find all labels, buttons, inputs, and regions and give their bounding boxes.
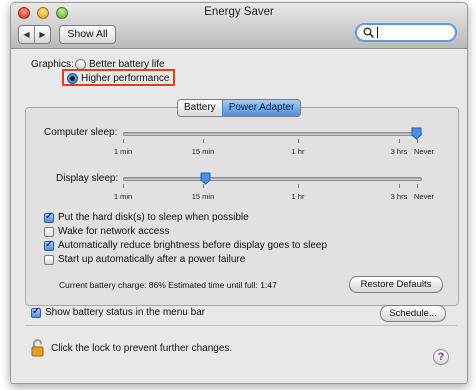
show-battery-status-label: Show battery status in the menu bar bbox=[45, 307, 206, 318]
reduce-brightness-label: Automatically reduce brightness before d… bbox=[58, 240, 328, 251]
higher-performance-label: Higher performance bbox=[81, 73, 170, 84]
startup-after-power-failure-checkbox[interactable] bbox=[44, 255, 54, 265]
computer-sleep-slider[interactable] bbox=[123, 132, 422, 136]
tick-label: Never bbox=[413, 192, 435, 201]
tab-battery[interactable]: Battery bbox=[178, 100, 222, 116]
radio-higher-performance[interactable] bbox=[67, 73, 78, 84]
tab-bar: Battery Power Adapter bbox=[177, 99, 302, 117]
tick-mark bbox=[298, 139, 299, 143]
schedule-button[interactable]: Schedule... bbox=[380, 305, 446, 322]
wake-network-label: Wake for network access bbox=[58, 226, 170, 237]
search-icon bbox=[363, 27, 375, 39]
divider bbox=[25, 325, 457, 326]
hard-disk-sleep-checkbox[interactable] bbox=[44, 211, 54, 223]
tick-mark bbox=[417, 184, 418, 188]
startup-after-power-failure-label: Start up automatically after a power fai… bbox=[58, 254, 246, 265]
chevron-right-icon: ▶ bbox=[39, 30, 46, 39]
show-battery-status-checkbox[interactable] bbox=[31, 306, 41, 318]
reduce-brightness-checkbox[interactable] bbox=[44, 239, 54, 251]
computer-sleep-slider-thumb[interactable] bbox=[411, 127, 422, 140]
tick-mark bbox=[298, 184, 299, 188]
tick-label: 1 min bbox=[113, 192, 133, 201]
help-button[interactable]: ? bbox=[433, 349, 449, 365]
title-bar: Energy Saver ◀ ▶ Show All bbox=[11, 3, 467, 49]
forward-button[interactable]: ▶ bbox=[34, 26, 50, 43]
tick-label: 1 hr bbox=[291, 147, 305, 156]
battery-charge-status: Current battery charge: 86% Estimated ti… bbox=[59, 280, 277, 290]
back-button[interactable]: ◀ bbox=[19, 26, 34, 43]
search-input[interactable] bbox=[355, 23, 457, 42]
show-all-button[interactable]: Show All bbox=[59, 25, 116, 44]
tick-label: 15 min bbox=[191, 192, 215, 201]
display-sleep-slider[interactable] bbox=[123, 177, 422, 181]
wake-network-checkbox[interactable] bbox=[44, 227, 54, 237]
tick-label: 1 hr bbox=[291, 192, 305, 201]
restore-defaults-button[interactable]: Restore Defaults bbox=[349, 276, 443, 293]
tick-label: 15 min bbox=[191, 147, 215, 156]
computer-sleep-label: Computer sleep: bbox=[44, 127, 118, 138]
lock-message: Click the lock to prevent further change… bbox=[51, 343, 233, 354]
tick-mark bbox=[203, 139, 204, 143]
tick-label: Never bbox=[413, 147, 435, 156]
text-cursor bbox=[377, 27, 378, 38]
tab-power-adapter[interactable]: Power Adapter bbox=[221, 100, 301, 116]
unlocked-padlock-icon[interactable] bbox=[31, 339, 47, 357]
display-sleep-slider-thumb[interactable] bbox=[200, 172, 211, 185]
window-title: Energy Saver bbox=[204, 6, 274, 18]
tick-mark bbox=[399, 139, 400, 143]
tick-label: 3 hrs bbox=[390, 147, 408, 156]
energy-saver-window: Energy Saver ◀ ▶ Show All Graphics: Bett… bbox=[10, 2, 468, 384]
back-forward-control: ◀ ▶ bbox=[18, 25, 51, 44]
display-sleep-label: Display sleep: bbox=[56, 173, 119, 184]
hard-disk-sleep-label: Put the hard disk(s) to sleep when possi… bbox=[58, 212, 249, 223]
tick-mark bbox=[399, 184, 400, 188]
tick-mark bbox=[123, 139, 124, 143]
chevron-left-icon: ◀ bbox=[23, 30, 30, 39]
tick-label: 1 min bbox=[113, 147, 133, 156]
tick-label: 3 hrs bbox=[390, 192, 408, 201]
tick-mark bbox=[123, 184, 124, 188]
